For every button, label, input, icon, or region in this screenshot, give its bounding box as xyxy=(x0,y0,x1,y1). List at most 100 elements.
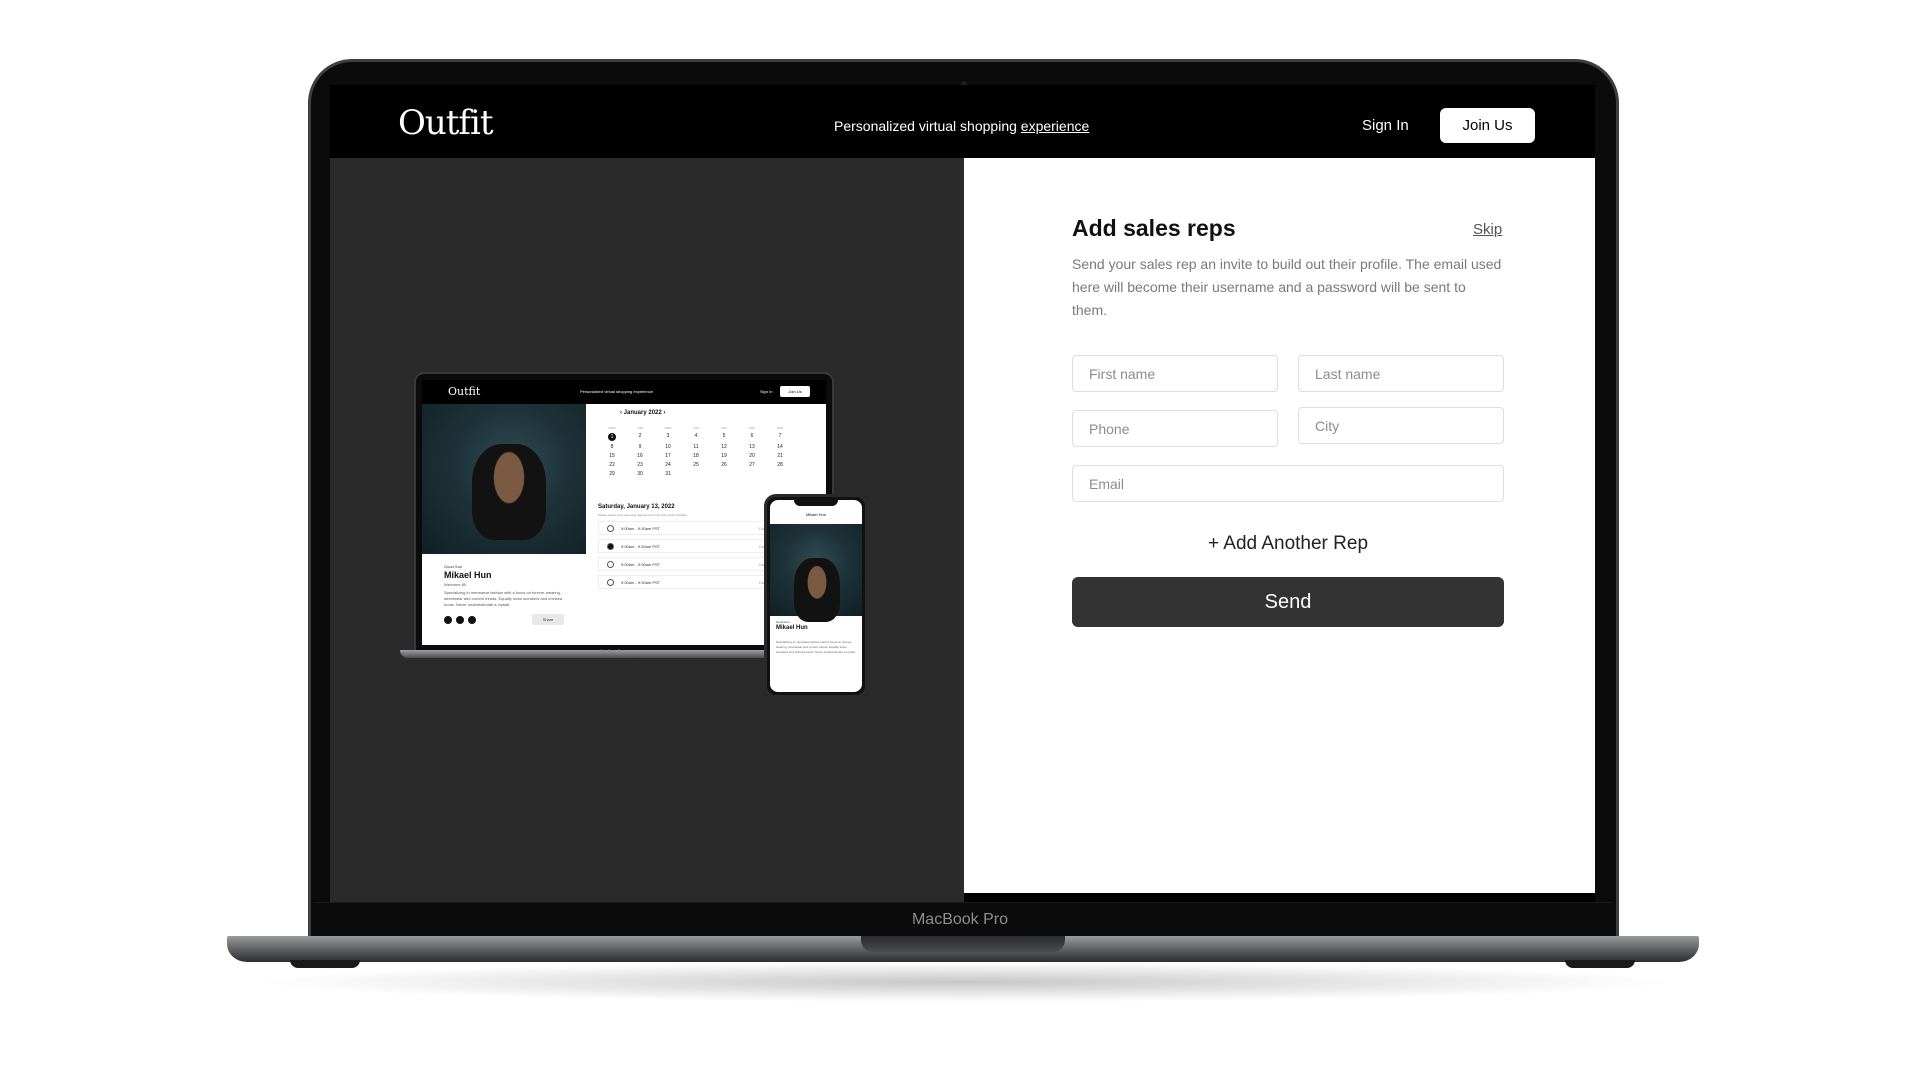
calendar-day: 18 xyxy=(693,453,699,459)
mockup-calendar-month: ‹ January 2022 › xyxy=(620,410,666,416)
person-silhouette xyxy=(794,558,840,622)
calendar-day: 13 xyxy=(749,444,755,450)
calendar-day: 6 xyxy=(750,433,754,439)
mockup-sign-in: Sign In xyxy=(760,389,773,394)
mockup-join-us: Join Us xyxy=(780,386,810,397)
calendar-day: 15 xyxy=(609,453,615,459)
radio-icon xyxy=(607,525,614,532)
calendar-day: 10 xyxy=(665,444,671,450)
tagline-text: Personalized virtual shopping xyxy=(834,118,1021,134)
sign-in-link[interactable]: Sign In xyxy=(1362,117,1409,134)
macbook-label: MacBook Pro xyxy=(911,911,1009,928)
calendar-day: 20 xyxy=(749,453,755,459)
facebook-icon xyxy=(468,616,476,624)
calendar-day: 21 xyxy=(777,453,783,459)
mockup-calendar-grid: MON TUE WED THU FRI SAT SUN 1 2 3 4 5 6 7 8 9 10 11 12 13 14… xyxy=(598,426,798,477)
mockup-nav: Outfit Personalized virtual shopping exp… xyxy=(422,380,826,404)
calendar-weekday: FRI xyxy=(721,426,727,430)
calendar-weekday: THU xyxy=(692,426,700,430)
pinterest-icon xyxy=(456,616,464,624)
form-description: Send your sales rep an invite to build o… xyxy=(1072,256,1502,318)
calendar-day: 29 xyxy=(609,471,615,477)
calendar-weekday: MON xyxy=(608,426,616,430)
mockup-tagline: Personalized virtual shopping experience xyxy=(580,389,653,394)
skip-link[interactable]: Skip xyxy=(1473,221,1502,238)
laptop-shadow xyxy=(250,962,1680,1002)
radio-icon xyxy=(607,561,614,568)
calendar-day: 17 xyxy=(665,453,671,459)
mockup-subtitle: Welcome 80 xyxy=(444,582,467,587)
laptop-hinge-notch xyxy=(861,936,1065,952)
city-field[interactable] xyxy=(1298,407,1504,444)
phone-greeting: Good Sun xyxy=(776,620,790,624)
top-navigation: Outfit Personalized virtual shopping exp… xyxy=(330,85,1595,158)
mockup-profile-card: Good Sun Mikael Hun Welcome 80 Specializ… xyxy=(422,554,586,645)
calendar-day: 14 xyxy=(777,444,783,450)
slot-time: 9:00am - 9:30am PST xyxy=(621,544,661,549)
laptop-foot-left xyxy=(290,960,360,968)
mockup-slot-hint: Please select your upcoming appointment … xyxy=(598,513,688,517)
last-name-field[interactable] xyxy=(1298,355,1504,392)
calendar-day: 23 xyxy=(637,462,643,468)
form-title: Add sales reps xyxy=(1072,215,1236,241)
calendar-day: 24 xyxy=(665,462,671,468)
phone-title: Mikael Hun xyxy=(805,512,826,517)
mockup-phone-screen: Mikael Hun Good Sun Mikael Hun Specializ… xyxy=(770,500,862,692)
calendar-day: 7 xyxy=(778,433,782,439)
mockup-greeting: Good Sun xyxy=(444,564,463,569)
calendar-day: 1 xyxy=(608,433,616,441)
laptop-foot-right xyxy=(1565,960,1635,968)
calendar-day: 12 xyxy=(721,444,727,450)
calendar-weekday: WED xyxy=(664,426,672,430)
mockup-logo: Outfit xyxy=(448,385,481,398)
phone-profile-photo xyxy=(770,524,862,622)
calendar-day: 5 xyxy=(722,433,726,439)
calendar-weekday: SAT xyxy=(749,426,755,430)
radio-icon xyxy=(607,579,614,586)
calendar-month-label: January 2022 xyxy=(623,410,662,416)
calendar-day: 9 xyxy=(638,444,642,450)
mockup-calendar: ‹ January 2022 › MON TUE WED THU FRI SAT SUN 1 2… xyxy=(598,410,798,477)
calendar-day: 3 xyxy=(666,433,670,439)
calendar-day: 16 xyxy=(637,453,643,459)
slot-time: 9:00am - 9:30am PST xyxy=(621,580,661,585)
phone-bio: Specializing in menswear fashion with a … xyxy=(776,640,856,654)
calendar-day: 27 xyxy=(749,462,755,468)
radio-icon xyxy=(607,543,614,550)
brand-logo[interactable]: Outfit xyxy=(398,103,494,143)
calendar-day: 28 xyxy=(777,462,783,468)
calendar-weekday: SUN xyxy=(776,426,784,430)
mockup-phone: Mikael Hun Good Sun Mikael Hun Specializ… xyxy=(764,494,868,698)
calendar-day: 25 xyxy=(693,462,699,468)
slot-time: 9:00am - 9:30am PST xyxy=(621,562,661,567)
mockup-name: Mikael Hun xyxy=(444,570,492,580)
calendar-day: 31 xyxy=(665,471,671,477)
phone-notch xyxy=(794,500,838,506)
calendar-day: 22 xyxy=(609,462,615,468)
nav-tagline: Personalized virtual shopping experience xyxy=(834,118,1089,134)
mockup-base-label: MacBook Pro xyxy=(600,648,625,653)
join-us-button[interactable]: Join Us xyxy=(1440,108,1535,143)
slot-time: 9:00am - 9:30am PST xyxy=(621,526,661,531)
first-name-field[interactable] xyxy=(1072,355,1278,392)
mockup-bio: Specializing in menswear fashion with a … xyxy=(444,590,563,607)
email-field[interactable] xyxy=(1072,465,1504,502)
left-showcase-panel: Outfit Personalized virtual shopping exp… xyxy=(330,158,964,902)
experience-link[interactable]: experience xyxy=(1021,118,1090,134)
add-another-rep-button[interactable]: + Add Another Rep xyxy=(1072,533,1504,555)
phone-name: Mikael Hun xyxy=(776,625,808,631)
calendar-day: 26 xyxy=(721,462,727,468)
phone-field[interactable] xyxy=(1072,410,1278,447)
calendar-day: 30 xyxy=(637,471,643,477)
calendar-day: 4 xyxy=(694,433,698,439)
calendar-day: 8 xyxy=(610,444,614,450)
person-silhouette xyxy=(472,444,546,540)
add-sales-reps-panel: Add sales reps Skip Send your sales rep … xyxy=(964,158,1595,893)
mockup-share-button: Share xyxy=(532,614,564,625)
mockup-profile-photo xyxy=(422,404,586,554)
send-button[interactable]: Send xyxy=(1072,577,1504,627)
calendar-day: 11 xyxy=(693,444,699,450)
calendar-day: 19 xyxy=(721,453,727,459)
instagram-icon xyxy=(444,616,452,624)
mockup-selected-date: Saturday, January 13, 2022 xyxy=(598,504,675,510)
